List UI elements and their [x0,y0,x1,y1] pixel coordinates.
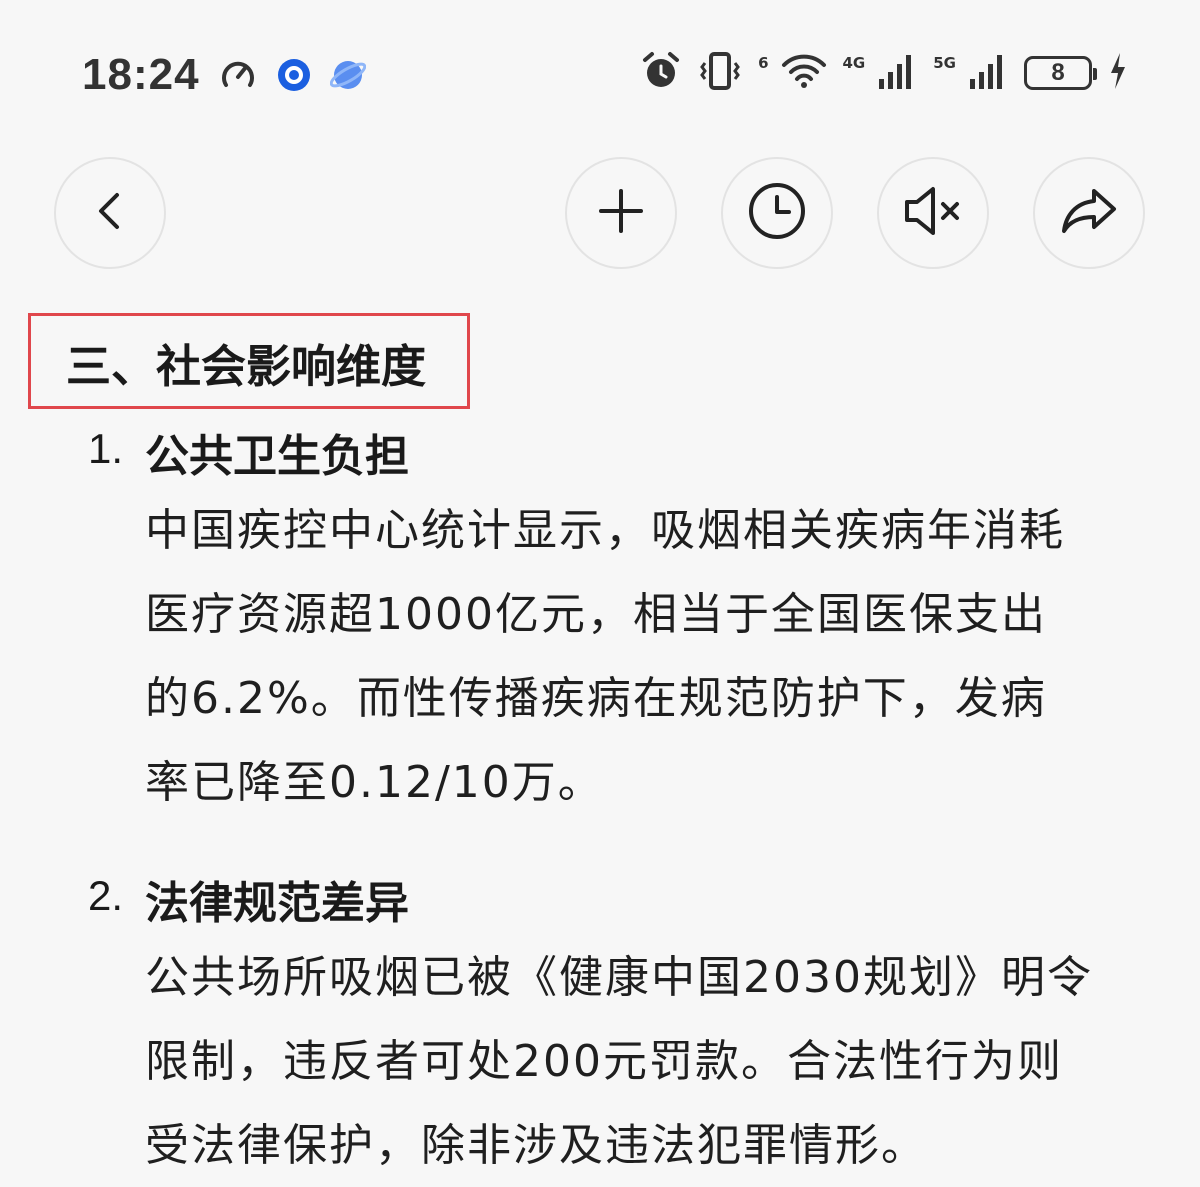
speaker-mute-icon [903,185,963,241]
network-type-4g: 4G [842,54,866,72]
item-title: 公共卫生负担 [145,431,409,482]
signal-5g-icon [968,51,1008,95]
share-button[interactable] [1033,157,1145,269]
back-button[interactable] [54,157,166,269]
item-number: 2. [88,872,124,919]
speedometer-icon [218,55,258,99]
status-right-icons: 6 4G 5G 8 [640,50,1128,96]
page: 18:24 6 4G 5G 8 三、社会影响维度 1. 公共卫生负担 中国疾控中… [0,0,1200,1187]
battery-indicator: 8 [1024,56,1097,90]
share-arrow-icon [1060,185,1118,241]
status-bar: 18:24 6 4G 5G 8 [0,0,1200,150]
clock-icon [748,182,806,244]
app-notification-icon [276,57,312,97]
plus-icon [597,187,645,239]
paragraph-line: 限制，违反者可处200元罚款。合法性行为则 [145,1036,1063,1087]
item-title: 法律规范差异 [145,878,409,929]
status-time: 18:24 [82,50,200,99]
item-number: 1. [88,425,124,472]
section-title: 三、社会影响维度 [66,340,427,393]
add-button[interactable] [565,157,677,269]
wifi-icon [781,51,827,95]
vibrate-icon [698,51,742,95]
paragraph-line: 中国疾控中心统计显示，吸烟相关疾病年消耗 [145,505,1065,556]
network-type-5g: 5G [933,54,956,72]
item-paragraph: 公共场所吸烟已被《健康中国2030规划》明令 限制，违反者可处200元罚款。合法… [145,936,1145,1187]
alarm-clock-icon [640,50,682,96]
mute-button[interactable] [877,157,989,269]
signal-4g-icon [877,51,917,95]
chevron-left-icon [88,189,132,237]
history-button[interactable] [721,157,833,269]
paragraph-line: 的6.2%。而性传播疾病在规范防护下，发病 [145,673,1047,724]
paragraph-line: 公共场所吸烟已被《健康中国2030规划》明令 [145,952,1093,1003]
paragraph-line: 受法律保护，除非涉及违法犯罪情形。 [145,1120,927,1171]
status-left-icons [218,55,367,99]
paragraph-line: 率已降至0.12/10万。 [145,757,604,808]
wifi-badge: 6 [758,54,769,72]
paragraph-line: 医疗资源超1000亿元，相当于全国医保支出 [145,589,1047,640]
charging-icon [1108,51,1128,95]
item-paragraph: 中国疾控中心统计显示，吸烟相关疾病年消耗 医疗资源超1000亿元，相当于全国医保… [145,489,1145,825]
browser-notification-icon [329,57,367,97]
battery-level: 8 [1051,59,1065,86]
